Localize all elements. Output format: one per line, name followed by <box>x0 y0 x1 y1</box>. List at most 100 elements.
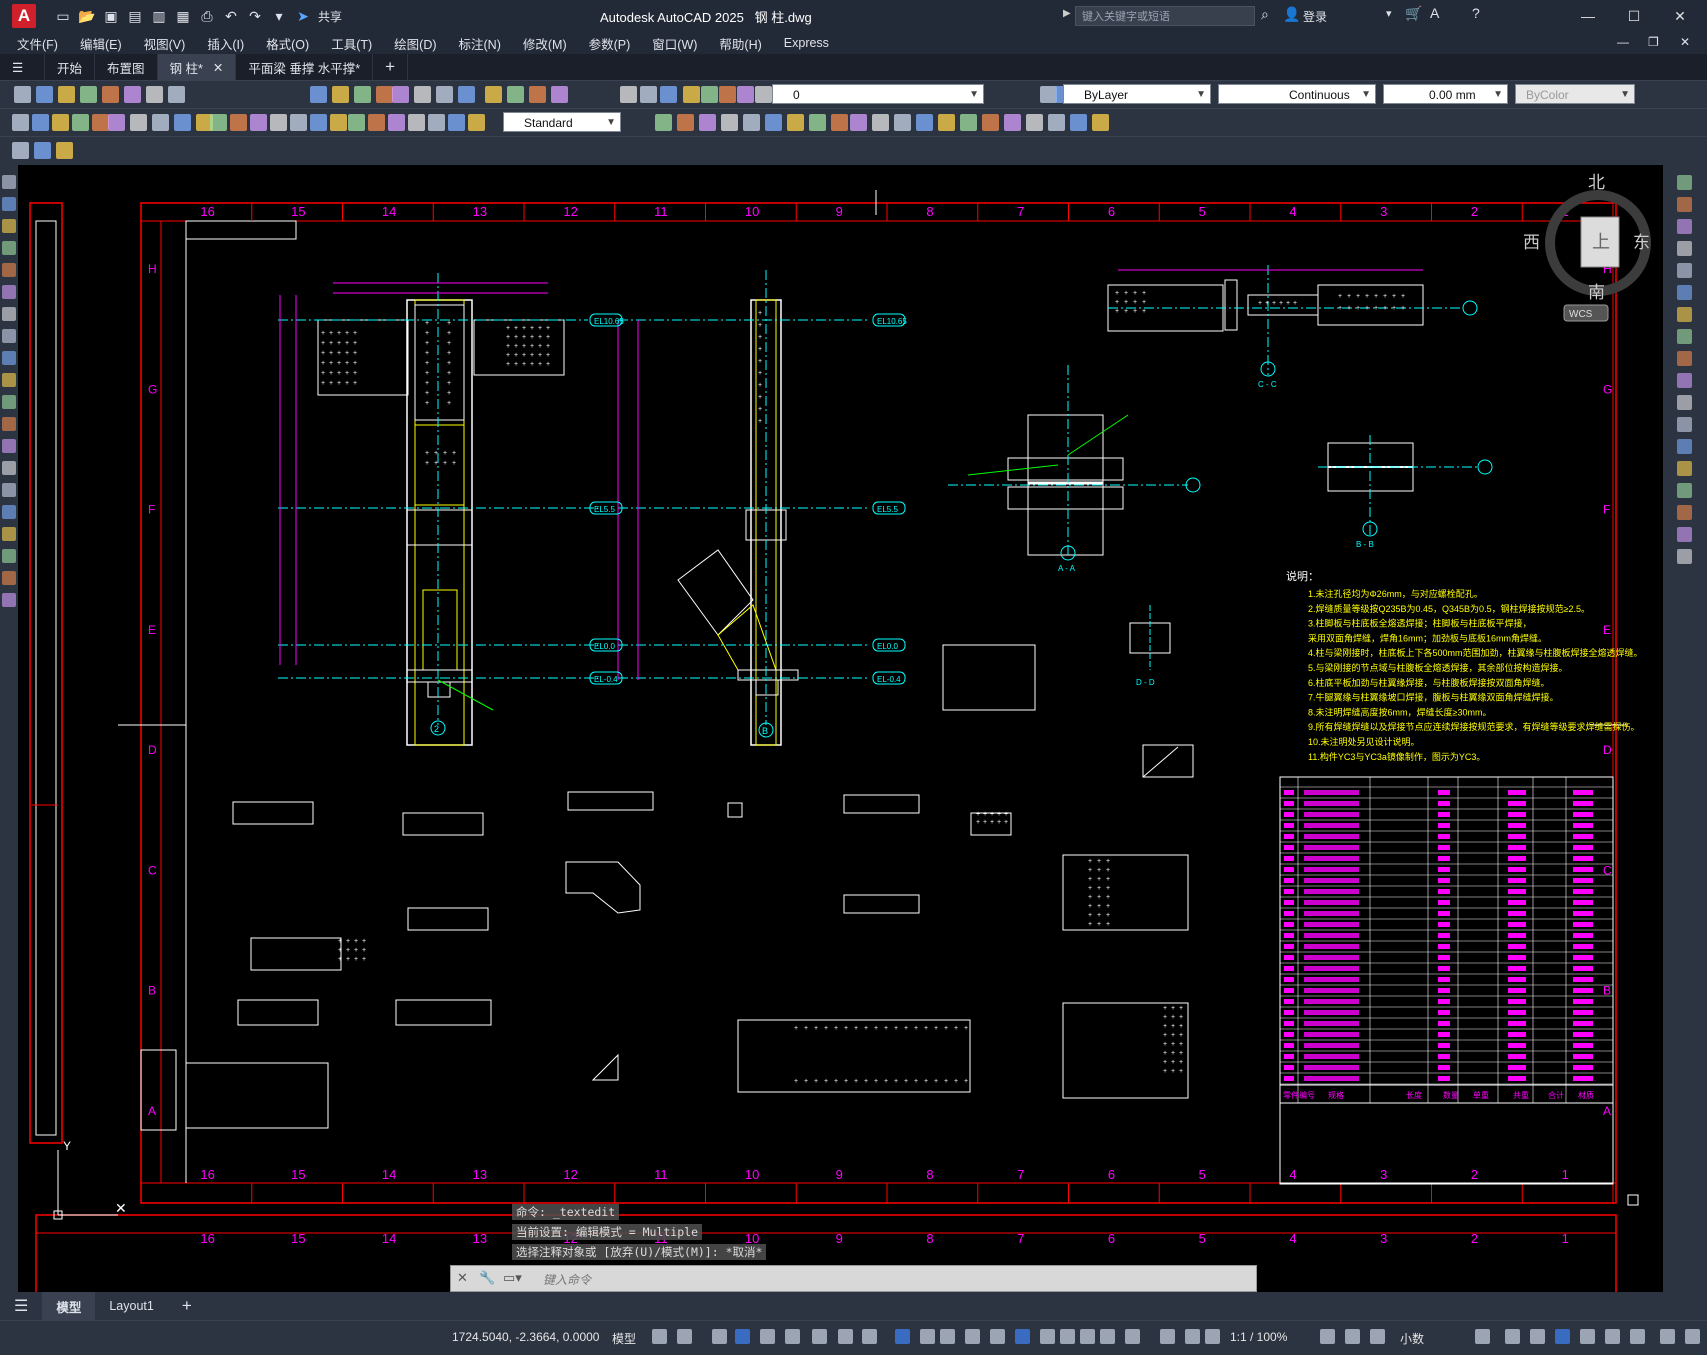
status-toggle-icon[interactable] <box>1580 1329 1595 1344</box>
toolbar-tool-icon[interactable] <box>354 86 371 103</box>
draw-tool-icon[interactable] <box>2 505 16 519</box>
lineweight-dropdown[interactable]: 0.00 mm ▼ <box>1383 84 1508 104</box>
toolbar-tool-icon[interactable] <box>152 114 169 131</box>
status-toggle-icon[interactable] <box>920 1329 935 1344</box>
toolbar-tool-icon[interactable] <box>655 114 672 131</box>
toolbar-tool-icon[interactable] <box>348 114 365 131</box>
toolbar-tool-icon[interactable] <box>428 114 445 131</box>
color-dropdown[interactable]: ByLayer ▼ <box>1063 84 1211 104</box>
save-icon[interactable]: ▣ <box>102 7 120 25</box>
search-input[interactable]: 键入关键字或短语 <box>1075 6 1255 26</box>
modify-tool-icon[interactable] <box>1677 439 1692 454</box>
status-toggle-icon[interactable] <box>838 1329 853 1344</box>
status-toggle-icon[interactable] <box>652 1329 667 1344</box>
draw-tool-icon[interactable] <box>2 241 16 255</box>
plotstyle-dropdown[interactable]: ByColor ▼ <box>1515 84 1635 104</box>
toolbar-tool-icon[interactable] <box>916 114 933 131</box>
tab-model[interactable]: 模型 <box>42 1292 96 1320</box>
doc-minimize-icon[interactable]: — <box>1617 35 1629 49</box>
undo-icon[interactable]: ↶ <box>222 7 240 25</box>
toolbar-tool-icon[interactable] <box>388 114 405 131</box>
toolbar-tool-icon[interactable] <box>719 86 736 103</box>
status-toggle-icon[interactable] <box>895 1329 910 1344</box>
modify-tool-icon[interactable] <box>1677 175 1692 190</box>
status-toggle-icon[interactable] <box>1040 1329 1055 1344</box>
menu-dimension[interactable]: 标注(N) <box>448 34 512 53</box>
toolbar-tool-icon[interactable] <box>850 114 867 131</box>
status-toggle-icon[interactable] <box>1660 1329 1675 1344</box>
toolbar-tool-icon[interactable] <box>620 86 637 103</box>
viewcube-north[interactable]: 北 <box>1588 173 1605 192</box>
status-toggle-icon[interactable] <box>1015 1329 1030 1344</box>
tab-layout-drawing[interactable]: 布置图 <box>95 54 158 80</box>
toolbar-tool-icon[interactable] <box>368 114 385 131</box>
status-toggle-icon[interactable] <box>760 1329 775 1344</box>
menu-format[interactable]: 格式(O) <box>255 34 320 53</box>
toolbar-tool-icon[interactable] <box>80 86 97 103</box>
toolbar-tool-icon[interactable] <box>660 86 677 103</box>
status-toggle-icon[interactable] <box>1060 1329 1075 1344</box>
toolbar-tool-icon[interactable] <box>787 114 804 131</box>
modify-tool-icon[interactable] <box>1677 263 1692 278</box>
toolbar-tool-icon[interactable] <box>332 86 349 103</box>
modify-tool-icon[interactable] <box>1677 351 1692 366</box>
modify-tool-icon[interactable] <box>1677 549 1692 564</box>
linetype-dropdown[interactable]: Continuous ▼ <box>1218 84 1376 104</box>
draw-tool-icon[interactable] <box>2 417 16 431</box>
toolbar-tool-icon[interactable] <box>290 114 307 131</box>
status-toggle-icon[interactable] <box>1205 1329 1220 1344</box>
toolbar-tool-icon[interactable] <box>58 86 75 103</box>
draw-tool-icon[interactable] <box>2 373 16 387</box>
menu-draw[interactable]: 绘图(D) <box>383 34 447 53</box>
toolbar-tool-icon[interactable] <box>1092 114 1109 131</box>
menu-view[interactable]: 视图(V) <box>133 34 197 53</box>
status-toggle-icon[interactable] <box>1185 1329 1200 1344</box>
status-toggle-icon[interactable] <box>735 1329 750 1344</box>
toolbar-tool-icon[interactable] <box>72 114 89 131</box>
toolbar-tool-icon[interactable] <box>56 142 73 159</box>
command-customize-icon[interactable]: 🔧 <box>479 1270 495 1286</box>
menu-window[interactable]: 窗口(W) <box>641 34 708 53</box>
toolbar-tool-icon[interactable] <box>765 114 782 131</box>
draw-tool-icon[interactable] <box>2 329 16 343</box>
viewcube-east[interactable]: 东 <box>1633 233 1650 252</box>
modify-tool-icon[interactable] <box>1677 285 1692 300</box>
open-web-icon[interactable]: ▥ <box>150 7 168 25</box>
modify-tool-icon[interactable] <box>1677 395 1692 410</box>
status-toggle-icon[interactable] <box>1100 1329 1115 1344</box>
tab-plan-beam[interactable]: 平面梁 垂撑 水平撑* <box>236 54 374 80</box>
status-toggle-icon[interactable] <box>785 1329 800 1344</box>
drawing-canvas[interactable]: 1616161515151414141313131212121111111010… <box>18 165 1663 1292</box>
modify-tool-icon[interactable] <box>1677 329 1692 344</box>
doc-restore-icon[interactable]: ❐ <box>1648 35 1659 49</box>
units-setting[interactable]: 小数 <box>1400 1330 1424 1347</box>
draw-tool-icon[interactable] <box>2 197 16 211</box>
toolbar-tool-icon[interactable] <box>1026 114 1043 131</box>
status-toggle-icon[interactable] <box>677 1329 692 1344</box>
toolbar-tool-icon[interactable] <box>507 86 524 103</box>
annotation-scale[interactable]: 1:1 / 100% <box>1230 1330 1287 1344</box>
toolbar-tool-icon[interactable] <box>1004 114 1021 131</box>
toolbar-tool-icon[interactable] <box>448 114 465 131</box>
toolbar-tool-icon[interactable] <box>468 114 485 131</box>
toolbar-tool-icon[interactable] <box>210 114 227 131</box>
cursor-coordinates[interactable]: 1724.5040, -2.3664, 0.0000 <box>452 1330 599 1344</box>
tab-steel-column[interactable]: 钢 柱* ✕ <box>157 54 237 80</box>
open-file-icon[interactable]: 📂 <box>78 7 96 25</box>
user-icon[interactable]: 👤 <box>1283 6 1300 23</box>
add-layout-icon[interactable]: + <box>168 1292 206 1320</box>
draw-tool-icon[interactable] <box>2 483 16 497</box>
status-toggle-icon[interactable] <box>712 1329 727 1344</box>
toolbar-tool-icon[interactable] <box>230 114 247 131</box>
draw-tool-icon[interactable] <box>2 219 16 233</box>
status-toggle-icon[interactable] <box>1345 1329 1360 1344</box>
modify-tool-icon[interactable] <box>1677 197 1692 212</box>
modify-tool-icon[interactable] <box>1677 373 1692 388</box>
status-toggle-icon[interactable] <box>1160 1329 1175 1344</box>
save-web-icon[interactable]: ▦ <box>174 7 192 25</box>
toolbar-tool-icon[interactable] <box>701 86 718 103</box>
search-icon[interactable]: ⌕ <box>1261 6 1269 23</box>
redo-icon[interactable]: ↷ <box>246 7 264 25</box>
new-tab-icon[interactable]: + <box>373 54 409 80</box>
modify-tool-icon[interactable] <box>1677 219 1692 234</box>
